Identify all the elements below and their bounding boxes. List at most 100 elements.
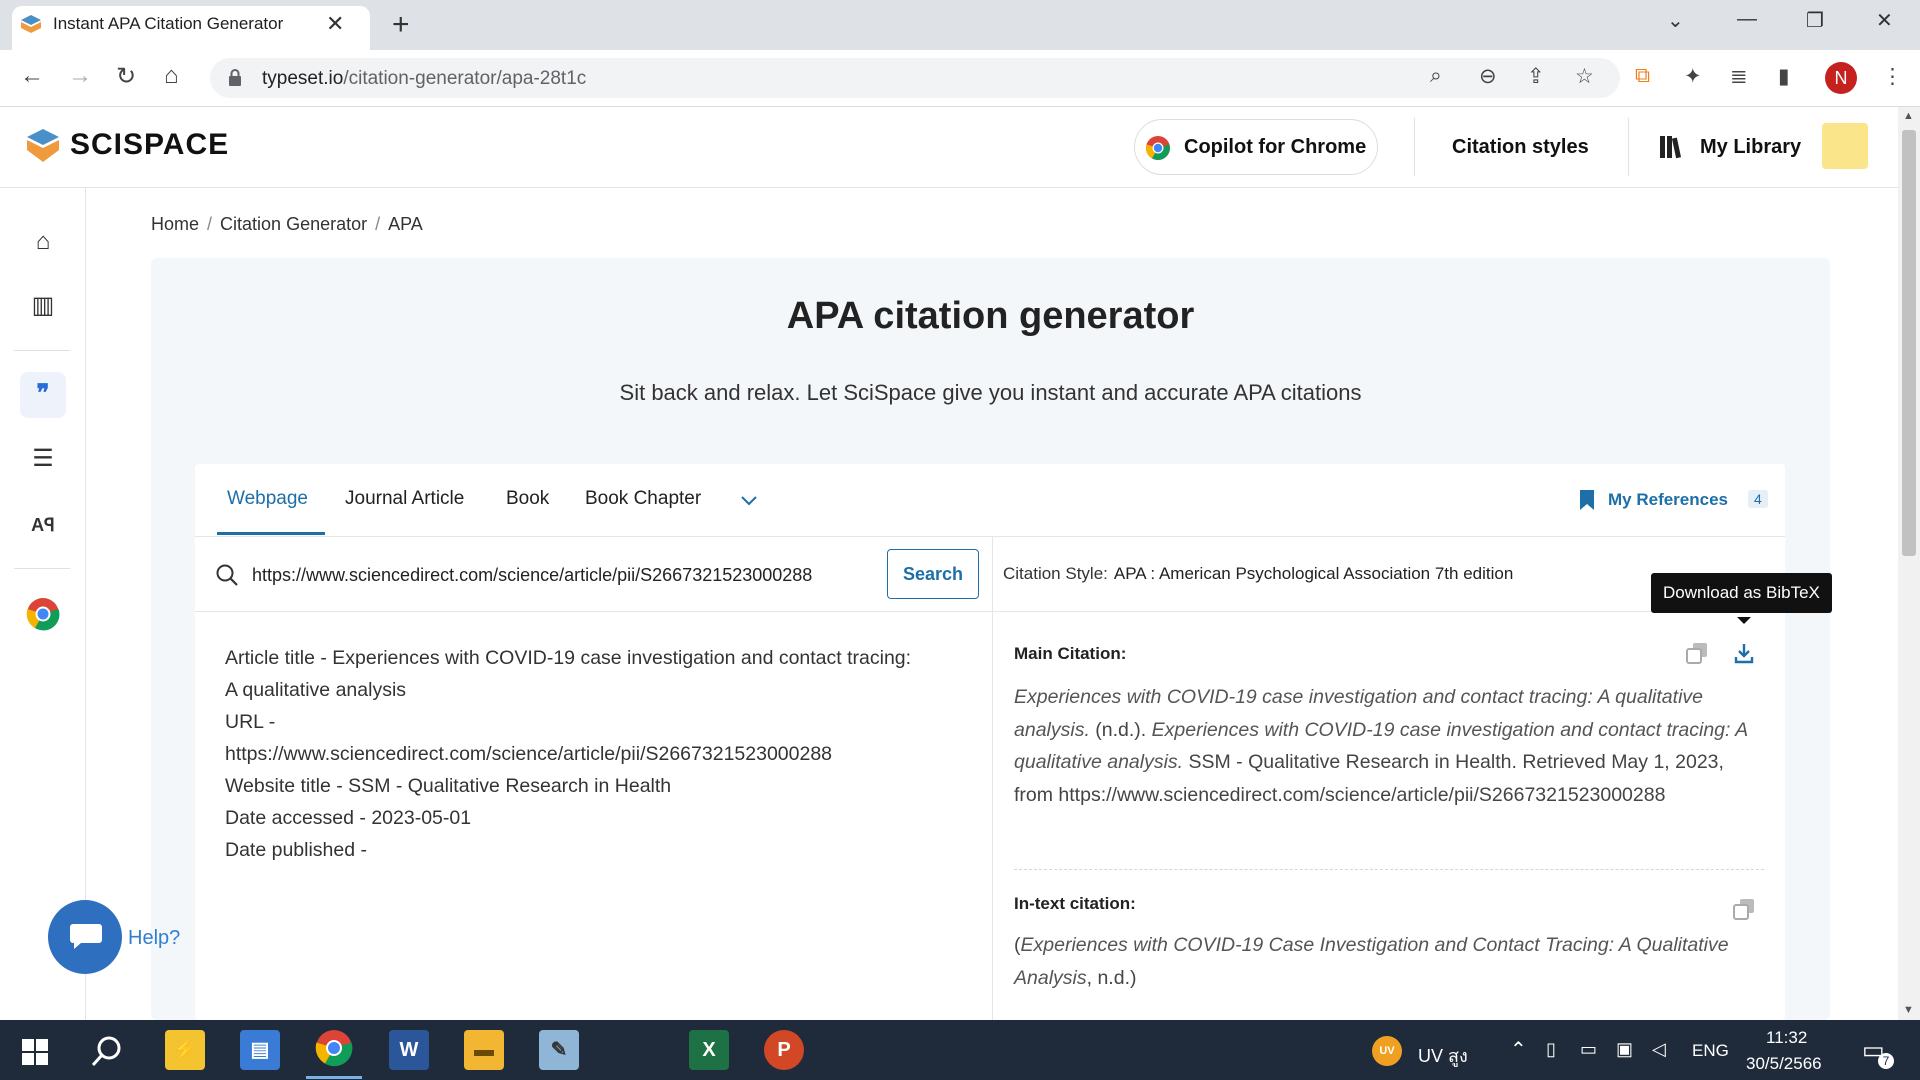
taskbar-notepad-icon[interactable]: ✎ <box>539 1030 579 1070</box>
header-divider <box>1628 118 1629 176</box>
taskbar-file-explorer-icon[interactable]: ▬ <box>464 1030 504 1070</box>
media-control-icon[interactable]: ≣ <box>1730 64 1748 89</box>
clock-date[interactable]: 30/5/2566 <box>1746 1054 1822 1074</box>
tab-book[interactable]: Book <box>506 488 549 510</box>
scispace-logo-text[interactable]: SCISPACE <box>70 128 229 162</box>
profile-avatar[interactable]: N <box>1825 62 1857 94</box>
download-icon[interactable] <box>1733 642 1755 664</box>
clock-time[interactable]: 11:32 <box>1766 1028 1807 1048</box>
home-icon[interactable]: ⌂ <box>164 62 179 90</box>
info-article-title: Article title - Experiences with COVID-1… <box>225 647 912 701</box>
bookmark-star-icon[interactable]: ☆ <box>1575 64 1594 89</box>
extensions-puzzle-icon[interactable]: ✦ <box>1684 64 1702 89</box>
breadcrumb-citation-generator[interactable]: Citation Generator <box>220 214 367 234</box>
tooltip-arrow <box>1737 617 1751 624</box>
scispace-logo-icon[interactable] <box>26 128 60 164</box>
url-search-input[interactable] <box>250 562 819 588</box>
active-tab-indicator <box>217 532 325 535</box>
citation-style-selector[interactable]: Citation Style: APA : American Psychologi… <box>1003 564 1513 584</box>
info-date-accessed: Date accessed - 2023-05-01 <box>225 807 472 829</box>
bookmark-icon <box>1580 490 1594 510</box>
sidebar-ai-search-icon[interactable]: Aꟼ <box>22 504 64 546</box>
battery-icon[interactable]: ▭ <box>1580 1039 1597 1060</box>
minimize-icon[interactable]: — <box>1737 8 1757 31</box>
main-citation-label: Main Citation: <box>1014 644 1127 663</box>
menu-kebab-icon[interactable]: ⋮ <box>1882 64 1903 89</box>
info-url-value: https://www.sciencedirect.com/science/ar… <box>225 743 833 765</box>
search-button[interactable]: Search <box>887 549 979 599</box>
taskbar-chrome-icon[interactable] <box>314 1028 354 1068</box>
page-subtitle: Sit back and relax. Let SciSpace give yo… <box>619 380 1362 405</box>
help-link[interactable]: Help? <box>128 927 180 950</box>
copy-icon[interactable] <box>1733 898 1755 920</box>
citation-divider <box>1014 869 1764 870</box>
breadcrumb-home[interactable]: Home <box>151 214 199 234</box>
share-icon[interactable]: ⇪ <box>1527 64 1545 89</box>
download-tooltip: Download as BibTeX <box>1651 573 1832 613</box>
chat-bubble-icon <box>70 924 102 949</box>
intext-citation-label: In-text citation: <box>1014 894 1136 913</box>
library-books-icon <box>1660 136 1682 159</box>
main-citation-text: Experiences with COVID-19 case investiga… <box>1014 686 1748 806</box>
sidebar-citation-quote-icon[interactable]: ❞ <box>20 372 66 418</box>
taskbar-powerpoint-icon[interactable]: P <box>764 1030 804 1070</box>
search-page-icon[interactable]: ⌕ <box>1430 64 1442 88</box>
taskbar-app-blue-icon[interactable]: ▤ <box>240 1030 280 1070</box>
breadcrumb-current: APA <box>388 214 423 234</box>
copy-icon[interactable] <box>1686 642 1708 664</box>
sidebar-outline-icon[interactable]: ☰ <box>22 438 64 480</box>
uv-status-text: UV สูง <box>1418 1046 1468 1066</box>
tabs-divider <box>195 536 1785 537</box>
language-indicator[interactable]: ENG <box>1692 1041 1729 1061</box>
scrollbar-thumb[interactable] <box>1902 130 1916 556</box>
tab-search-icon[interactable]: ⌄ <box>1667 8 1684 33</box>
tab-webpage[interactable]: Webpage <box>227 488 308 510</box>
scroll-down-icon[interactable]: ▼ <box>1903 1004 1914 1016</box>
windows-start-icon[interactable] <box>22 1039 48 1065</box>
new-tab-icon[interactable]: + <box>392 8 410 42</box>
info-date-published: Date published - <box>225 839 368 861</box>
active-app-indicator <box>306 1076 362 1079</box>
sidebar-chrome-extension-icon[interactable] <box>26 597 60 631</box>
citation-style-value: APA : American Psychological Association… <box>1113 564 1514 583</box>
taskbar-search-icon[interactable] <box>90 1034 124 1068</box>
taskbar-excel-icon[interactable]: X <box>689 1030 729 1070</box>
extension-chat-icon[interactable]: ⧉ <box>1635 64 1650 88</box>
taskbar-app-yellow-icon[interactable]: ⚡ <box>165 1030 205 1070</box>
network-icon[interactable]: ▣ <box>1616 1039 1633 1060</box>
my-library-link[interactable]: My Library <box>1700 136 1801 159</box>
lock-icon <box>229 69 241 86</box>
tab-journal-article[interactable]: Journal Article <box>345 488 464 510</box>
header-divider <box>1414 118 1415 176</box>
my-references-link[interactable]: My References <box>1608 490 1728 510</box>
reload-icon[interactable]: ↻ <box>116 62 136 91</box>
scroll-up-icon[interactable]: ▲ <box>1903 110 1914 122</box>
sidebar-home-icon[interactable]: ⌂ <box>22 221 64 263</box>
forward-icon[interactable]: → <box>68 62 92 90</box>
sidebar-library-icon[interactable]: ▥ <box>22 285 64 327</box>
copilot-label: Copilot for Chrome <box>1184 136 1367 158</box>
volume-icon[interactable]: ◁ <box>1652 1039 1666 1060</box>
back-icon[interactable]: ← <box>20 62 44 90</box>
browser-tab-title: Instant APA Citation Generator <box>53 14 284 33</box>
app-header <box>0 107 1898 188</box>
side-panel-icon[interactable]: ▮ <box>1778 64 1790 89</box>
page-title: APA citation generator <box>786 295 1195 337</box>
user-avatar[interactable] <box>1822 123 1868 169</box>
references-count-badge: 4 <box>1748 490 1768 508</box>
close-tab-icon[interactable]: ✕ <box>326 11 344 37</box>
uv-index-icon[interactable]: UV <box>1372 1036 1402 1066</box>
citation-style-label: Citation Style: <box>1003 564 1108 583</box>
chrome-logo-icon <box>1146 136 1170 160</box>
restore-icon[interactable]: ❐ <box>1806 8 1824 33</box>
close-window-icon[interactable]: ✕ <box>1876 8 1893 33</box>
device-icon[interactable]: ▯ <box>1546 1039 1556 1060</box>
tab-book-chapter[interactable]: Book Chapter <box>585 488 701 510</box>
zoom-out-icon[interactable]: ⊖ <box>1479 64 1497 89</box>
scispace-favicon-icon <box>21 15 41 33</box>
chevron-down-icon[interactable] <box>740 494 758 508</box>
show-hidden-icons-icon[interactable]: ⌃ <box>1510 1037 1527 1062</box>
citation-styles-link[interactable]: Citation styles <box>1452 136 1589 159</box>
taskbar-word-icon[interactable]: W <box>389 1030 429 1070</box>
url-text: typeset.io/citation-generator/apa-28t1c <box>262 68 587 89</box>
